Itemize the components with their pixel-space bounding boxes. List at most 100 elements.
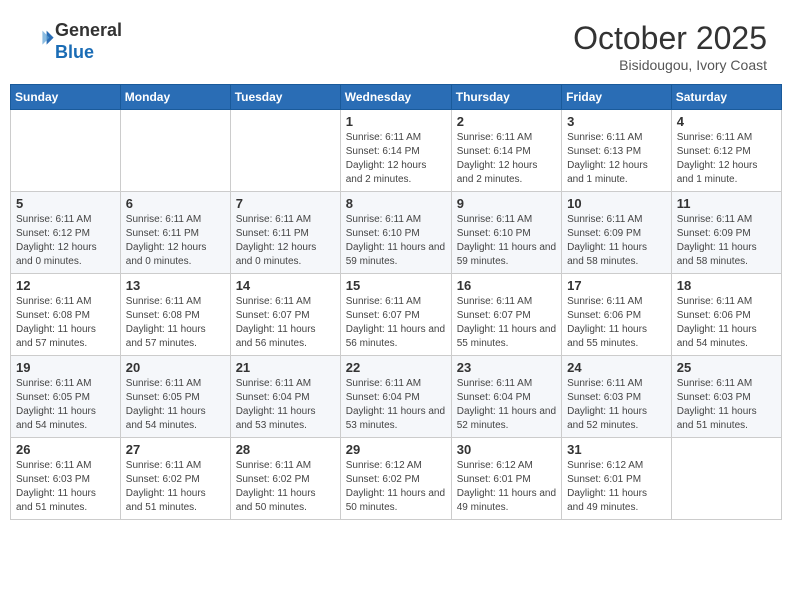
calendar-cell: 18Sunrise: 6:11 AM Sunset: 6:06 PM Dayli… (671, 274, 781, 356)
calendar-cell: 21 Sunrise: 6:11 AM Sunset: 6:04 PM Dayli… (230, 356, 340, 438)
page-header: General Blue October 2025 Bisidougou, Iv… (10, 10, 782, 78)
day-number: 19 (16, 360, 115, 375)
day-number: 10 (567, 196, 666, 211)
day-info: Sunrise: 6:11 AM Sunset: 6:02 PM Dayligh… (236, 459, 335, 515)
calendar-cell: 27 Sunrise: 6:11 AM Sunset: 6:02 PM Dayli… (120, 438, 230, 520)
calendar-cell: 4 Sunrise: 6:11 AM Sunset: 6:12 PM Daylig… (671, 110, 781, 192)
day-info: Sunrise: 6:11 AM Sunset: 6:04 PM Dayligh… (346, 377, 446, 433)
day-info: Sunrise: 6:11 AM Sunset: 6:11 PM Dayligh… (236, 213, 335, 269)
day-number: 25 (677, 360, 776, 375)
day-number: 18 (677, 278, 776, 293)
day-info: Sunrise: 6:11 AM Sunset: 6:03 PM Dayligh… (677, 377, 776, 433)
calendar-cell (11, 110, 121, 192)
calendar-week: 26 Sunrise: 6:11 AM Sunset: 6:03 PM Dayli… (11, 438, 782, 520)
calendar-cell: 2 Sunrise: 6:11 AM Sunset: 6:14 PM Daylig… (451, 110, 561, 192)
day-info: Sunrise: 6:11 AM Sunset: 6:10 PM Dayligh… (346, 213, 446, 269)
calendar-week: 19 Sunrise: 6:11 AM Sunset: 6:05 PM Dayli… (11, 356, 782, 438)
day-number: 14 (236, 278, 335, 293)
day-number: 26 (16, 442, 115, 457)
day-info: Sunrise: 6:11 AM Sunset: 6:09 PM Dayligh… (567, 213, 666, 269)
calendar-cell: 31 Sunrise: 6:12 AM Sunset: 6:01 PM Dayli… (562, 438, 672, 520)
calendar-cell: 12Sunrise: 6:11 AM Sunset: 6:08 PM Dayli… (11, 274, 121, 356)
dow-header: Sunday (11, 85, 121, 110)
day-number: 11 (677, 196, 776, 211)
calendar-cell: 23 Sunrise: 6:11 AM Sunset: 6:04 PM Dayli… (451, 356, 561, 438)
day-number: 24 (567, 360, 666, 375)
calendar-cell: 16Sunrise: 6:11 AM Sunset: 6:07 PM Dayli… (451, 274, 561, 356)
day-info: Sunrise: 6:11 AM Sunset: 6:02 PM Dayligh… (126, 459, 225, 515)
calendar-cell: 7 Sunrise: 6:11 AM Sunset: 6:11 PM Daylig… (230, 192, 340, 274)
logo-icon (27, 25, 55, 53)
calendar-cell (671, 438, 781, 520)
dow-header: Wednesday (340, 85, 451, 110)
day-number: 29 (346, 442, 446, 457)
dow-header: Tuesday (230, 85, 340, 110)
calendar-cell: 19 Sunrise: 6:11 AM Sunset: 6:05 PM Dayli… (11, 356, 121, 438)
calendar-body: 1Sunrise: 6:11 AM Sunset: 6:14 PM Daylig… (11, 110, 782, 520)
calendar-cell: 8 Sunrise: 6:11 AM Sunset: 6:10 PM Daylig… (340, 192, 451, 274)
day-number: 4 (677, 114, 776, 129)
day-info: Sunrise: 6:11 AM Sunset: 6:10 PM Dayligh… (457, 213, 556, 269)
day-number: 28 (236, 442, 335, 457)
calendar-cell: 5 Sunrise: 6:11 AM Sunset: 6:12 PM Daylig… (11, 192, 121, 274)
calendar-cell: 9Sunrise: 6:11 AM Sunset: 6:10 PM Daylig… (451, 192, 561, 274)
day-number: 5 (16, 196, 115, 211)
calendar-cell: 17 Sunrise: 6:11 AM Sunset: 6:06 PM Dayli… (562, 274, 672, 356)
day-number: 3 (567, 114, 666, 129)
day-info: Sunrise: 6:11 AM Sunset: 6:05 PM Dayligh… (126, 377, 225, 433)
day-info: Sunrise: 6:11 AM Sunset: 6:04 PM Dayligh… (457, 377, 556, 433)
day-number: 2 (457, 114, 556, 129)
day-info: Sunrise: 6:11 AM Sunset: 6:03 PM Dayligh… (16, 459, 115, 515)
day-info: Sunrise: 6:11 AM Sunset: 6:04 PM Dayligh… (236, 377, 335, 433)
day-info: Sunrise: 6:12 AM Sunset: 6:01 PM Dayligh… (457, 459, 556, 515)
day-info: Sunrise: 6:11 AM Sunset: 6:12 PM Dayligh… (677, 131, 776, 187)
calendar-cell: 1Sunrise: 6:11 AM Sunset: 6:14 PM Daylig… (340, 110, 451, 192)
day-info: Sunrise: 6:11 AM Sunset: 6:11 PM Dayligh… (126, 213, 225, 269)
day-number: 21 (236, 360, 335, 375)
calendar-week: 1Sunrise: 6:11 AM Sunset: 6:14 PM Daylig… (11, 110, 782, 192)
day-number: 27 (126, 442, 225, 457)
day-info: Sunrise: 6:11 AM Sunset: 6:14 PM Dayligh… (346, 131, 446, 187)
title-block: October 2025 Bisidougou, Ivory Coast (573, 20, 767, 73)
day-number: 13 (126, 278, 225, 293)
day-info: Sunrise: 6:11 AM Sunset: 6:14 PM Dayligh… (457, 131, 556, 187)
location: Bisidougou, Ivory Coast (573, 57, 767, 73)
day-number: 31 (567, 442, 666, 457)
dow-header: Saturday (671, 85, 781, 110)
dow-header: Thursday (451, 85, 561, 110)
day-number: 30 (457, 442, 556, 457)
day-number: 23 (457, 360, 556, 375)
calendar-cell: 29 Sunrise: 6:12 AM Sunset: 6:02 PM Dayli… (340, 438, 451, 520)
day-number: 17 (567, 278, 666, 293)
dow-header: Friday (562, 85, 672, 110)
calendar-table: SundayMondayTuesdayWednesdayThursdayFrid… (10, 84, 782, 520)
calendar-cell: 3 Sunrise: 6:11 AM Sunset: 6:13 PM Daylig… (562, 110, 672, 192)
day-info: Sunrise: 6:11 AM Sunset: 6:13 PM Dayligh… (567, 131, 666, 187)
calendar-cell: 20 Sunrise: 6:11 AM Sunset: 6:05 PM Dayli… (120, 356, 230, 438)
calendar-cell: 22 Sunrise: 6:11 AM Sunset: 6:04 PM Dayli… (340, 356, 451, 438)
day-info: Sunrise: 6:11 AM Sunset: 6:05 PM Dayligh… (16, 377, 115, 433)
day-info: Sunrise: 6:11 AM Sunset: 6:07 PM Dayligh… (457, 295, 556, 351)
day-number: 7 (236, 196, 335, 211)
day-info: Sunrise: 6:11 AM Sunset: 6:07 PM Dayligh… (236, 295, 335, 351)
calendar-cell: 25 Sunrise: 6:11 AM Sunset: 6:03 PM Dayli… (671, 356, 781, 438)
logo: General Blue (25, 20, 122, 63)
day-info: Sunrise: 6:11 AM Sunset: 6:03 PM Dayligh… (567, 377, 666, 433)
calendar-cell (230, 110, 340, 192)
calendar-cell: 30 Sunrise: 6:12 AM Sunset: 6:01 PM Dayli… (451, 438, 561, 520)
day-number: 20 (126, 360, 225, 375)
calendar-cell: 26 Sunrise: 6:11 AM Sunset: 6:03 PM Dayli… (11, 438, 121, 520)
day-info: Sunrise: 6:11 AM Sunset: 6:06 PM Dayligh… (567, 295, 666, 351)
calendar-cell: 15Sunrise: 6:11 AM Sunset: 6:07 PM Dayli… (340, 274, 451, 356)
day-info: Sunrise: 6:12 AM Sunset: 6:02 PM Dayligh… (346, 459, 446, 515)
day-number: 8 (346, 196, 446, 211)
day-info: Sunrise: 6:11 AM Sunset: 6:07 PM Dayligh… (346, 295, 446, 351)
calendar-cell: 10 Sunrise: 6:11 AM Sunset: 6:09 PM Dayli… (562, 192, 672, 274)
dow-header: Monday (120, 85, 230, 110)
calendar-week: 5 Sunrise: 6:11 AM Sunset: 6:12 PM Daylig… (11, 192, 782, 274)
day-info: Sunrise: 6:12 AM Sunset: 6:01 PM Dayligh… (567, 459, 666, 515)
calendar-cell: 6Sunrise: 6:11 AM Sunset: 6:11 PM Daylig… (120, 192, 230, 274)
day-info: Sunrise: 6:11 AM Sunset: 6:12 PM Dayligh… (16, 213, 115, 269)
day-number: 22 (346, 360, 446, 375)
calendar-cell: 11Sunrise: 6:11 AM Sunset: 6:09 PM Dayli… (671, 192, 781, 274)
